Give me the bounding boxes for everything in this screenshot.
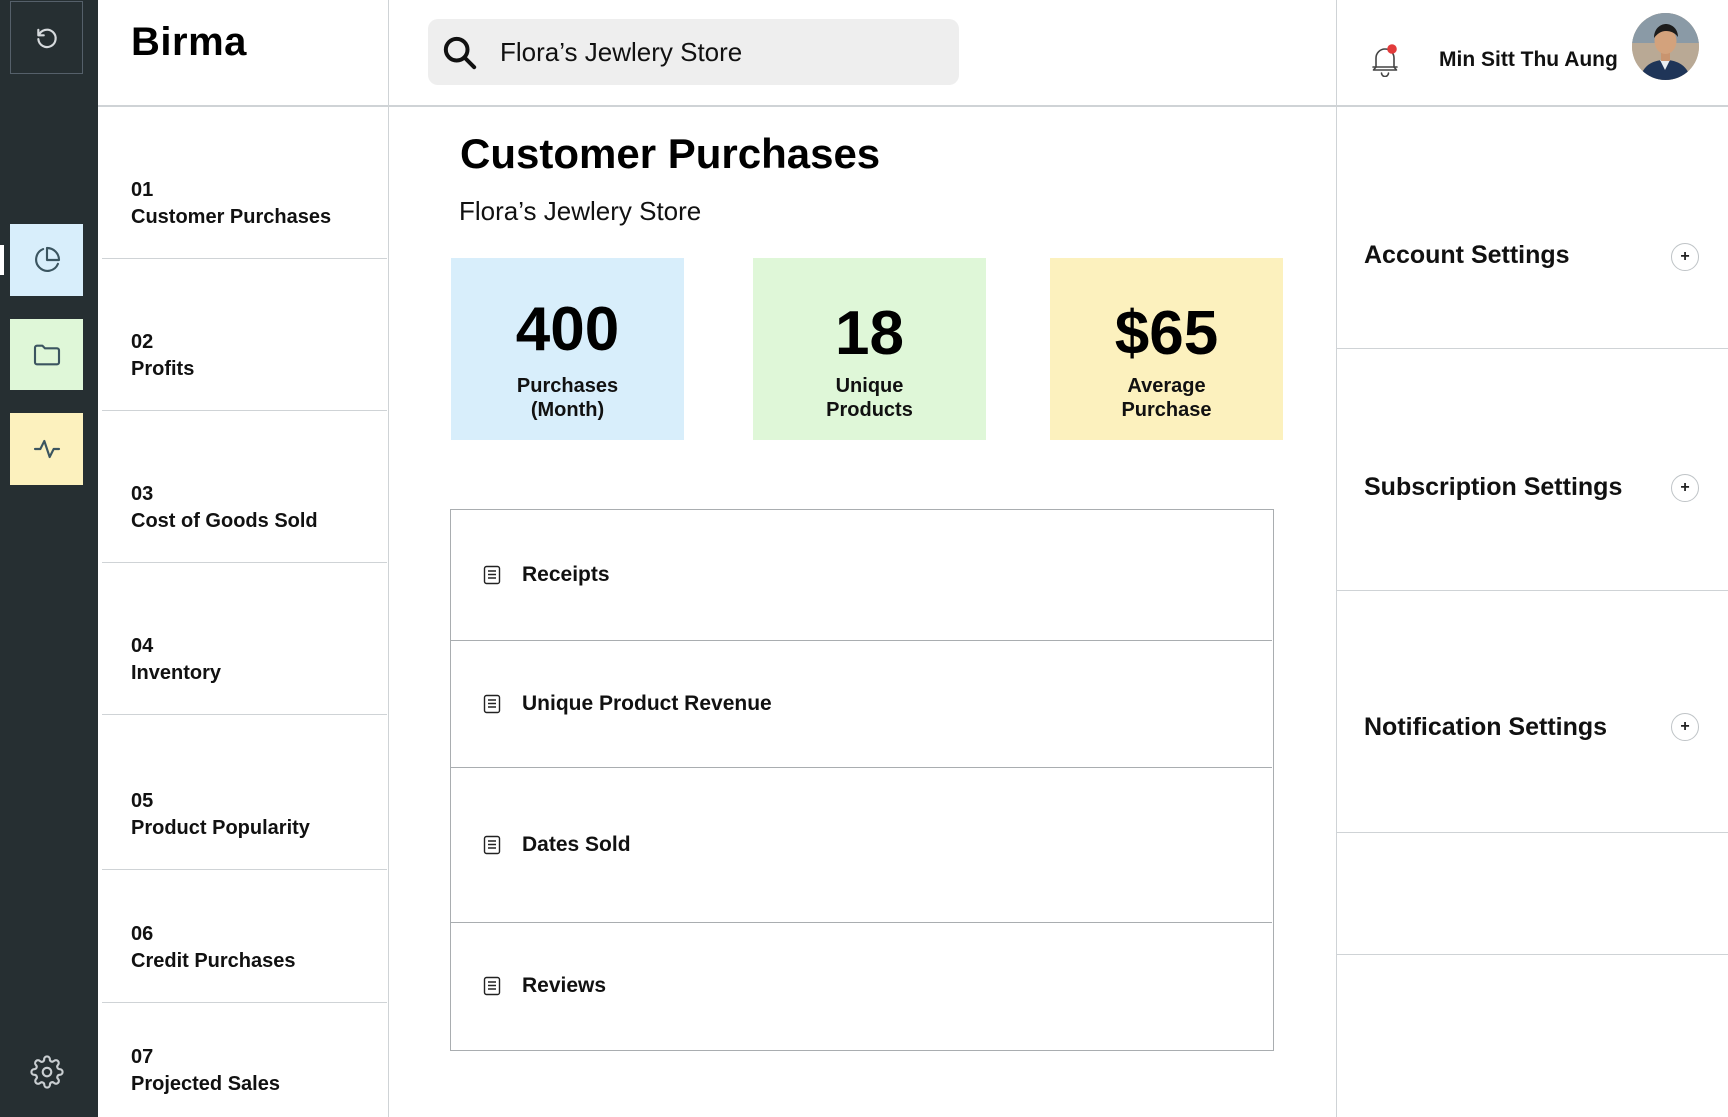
stat-label-line: Unique [835, 375, 904, 397]
nav-item-number: 02 [131, 331, 154, 353]
settings-panel: Min Sitt Thu Aung Account Settings + Sub… [1336, 0, 1728, 1117]
document-icon [483, 565, 501, 585]
stat-label-line: Purchase [1121, 399, 1212, 421]
avatar-image [1632, 13, 1699, 80]
expand-notification-settings-button[interactable]: + [1671, 713, 1699, 741]
nav-item-number: 06 [131, 923, 154, 945]
bell-icon[interactable] [1370, 43, 1400, 77]
search-icon [443, 36, 477, 70]
stat-label: Purchases (Month) [451, 374, 684, 422]
icon-rail [0, 0, 98, 1117]
nav-item-number: 01 [131, 179, 154, 201]
nav-item-number: 07 [131, 1046, 154, 1068]
nav-item-profits[interactable]: 02 Profits [102, 259, 387, 411]
user-name[interactable]: Min Sitt Thu Aung [1439, 48, 1618, 72]
stat-card-average-purchase[interactable]: $65 Average Purchase [1050, 258, 1283, 440]
rail-settings-button[interactable] [10, 1035, 83, 1109]
document-icon [483, 835, 501, 855]
rail-analytics-button[interactable] [10, 224, 83, 296]
list-item-dates-sold[interactable]: Dates Sold [451, 768, 1272, 923]
gear-icon [29, 1055, 64, 1089]
folder-icon [33, 344, 60, 365]
nav-item-label: Profits [131, 358, 195, 380]
activity-icon [33, 439, 60, 459]
stat-label-line: Average [1127, 375, 1206, 397]
list-item-unique-product-revenue[interactable]: Unique Product Revenue [451, 641, 1272, 768]
stat-label: Unique Products [753, 374, 986, 422]
divider [389, 105, 1337, 107]
nav-item-product-popularity[interactable]: 05 Product Popularity [102, 715, 387, 870]
active-indicator [0, 245, 4, 275]
list-item-reviews[interactable]: Reviews [451, 923, 1272, 1049]
stat-value: $65 [1114, 299, 1219, 368]
brand-logo: Birma [131, 20, 247, 64]
report-list: Receipts Unique Product Revenue Dates So… [450, 509, 1274, 1051]
subscription-settings-section[interactable]: Subscription Settings + [1337, 349, 1728, 591]
notification-settings-section[interactable]: Notification Settings + [1337, 591, 1728, 833]
pie-chart-icon [34, 246, 60, 272]
document-icon [483, 976, 501, 996]
nav-item-number: 04 [131, 635, 154, 657]
search-input[interactable]: Flora’s Jewlery Store [500, 37, 742, 68]
stat-value: 18 [835, 299, 904, 368]
avatar[interactable] [1632, 13, 1699, 80]
nav-item-customer-purchases[interactable]: 01 Customer Purchases [102, 107, 387, 259]
nav-item-inventory[interactable]: 04 Inventory [102, 563, 387, 715]
nav-item-label: Projected Sales [131, 1073, 280, 1095]
rail-files-button[interactable] [10, 319, 83, 390]
list-item-label: Reviews [522, 974, 607, 997]
rail-activity-button[interactable] [10, 413, 83, 485]
stat-label: Average Purchase [1050, 374, 1283, 422]
refresh-icon [36, 28, 57, 48]
nav-item-label: Credit Purchases [131, 950, 296, 972]
account-settings-section[interactable]: Account Settings + [1337, 107, 1728, 349]
list-item-receipts[interactable]: Receipts [451, 510, 1272, 641]
nav-item-credit-purchases[interactable]: 06 Credit Purchases [102, 870, 387, 1003]
empty-settings-section [1337, 833, 1728, 955]
nav-item-label: Customer Purchases [131, 206, 332, 228]
stat-card-unique-products[interactable]: 18 Unique Products [753, 258, 986, 440]
document-icon [483, 694, 501, 714]
nav-item-number: 05 [131, 790, 154, 812]
list-item-label: Unique Product Revenue [522, 692, 772, 715]
search-bar[interactable]: Flora’s Jewlery Store [428, 19, 959, 85]
settings-title: Notification Settings [1364, 713, 1608, 741]
settings-title: Account Settings [1364, 241, 1570, 269]
expand-subscription-settings-button[interactable]: + [1671, 474, 1699, 502]
stat-label-line: (Month) [530, 399, 605, 421]
nav-item-label: Cost of Goods Sold [131, 510, 318, 532]
nav-item-cost-of-goods-sold[interactable]: 03 Cost of Goods Sold [102, 411, 387, 563]
stat-card-purchases[interactable]: 400 Purchases (Month) [451, 258, 684, 440]
refresh-button[interactable] [10, 1, 83, 74]
stat-label-line: Products [826, 399, 913, 421]
list-item-label: Dates Sold [522, 833, 631, 856]
expand-account-settings-button[interactable]: + [1671, 243, 1699, 271]
section-nav: Birma 01 Customer Purchases 02 Profits 0… [98, 0, 389, 1117]
nav-item-projected-sales[interactable]: 07 Projected Sales [102, 1003, 387, 1117]
nav-item-label: Inventory [131, 662, 222, 684]
nav-item-number: 03 [131, 483, 154, 505]
list-item-label: Receipts [522, 563, 610, 586]
page-subtitle: Flora’s Jewlery Store [459, 196, 702, 226]
stat-value: 400 [515, 295, 620, 364]
nav-item-label: Product Popularity [131, 817, 310, 839]
page-title: Customer Purchases [460, 130, 881, 177]
stat-label-line: Purchases [516, 375, 619, 397]
settings-title: Subscription Settings [1364, 473, 1623, 501]
